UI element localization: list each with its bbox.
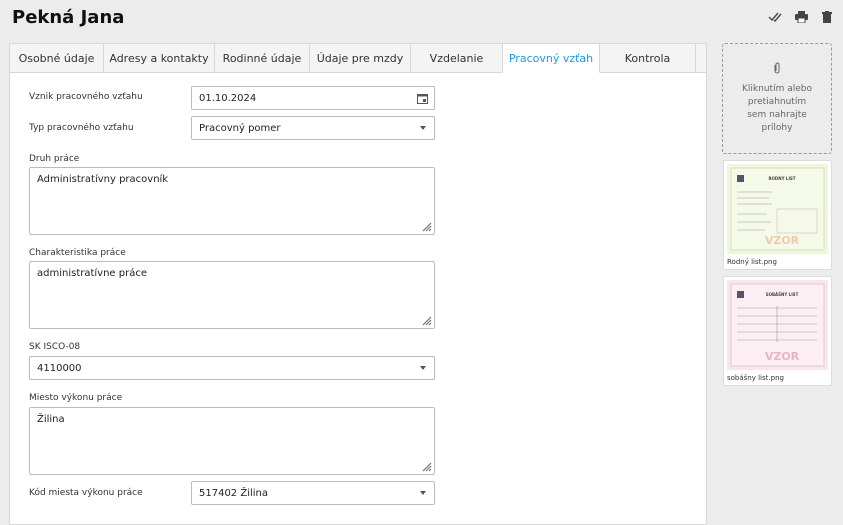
resize-handle-icon[interactable] <box>420 220 432 232</box>
employee-panel: Osobné údaje Adresy a kontakty Rodinné ú… <box>9 43 707 525</box>
characteristics-value: administratívne práce <box>37 268 148 279</box>
birth-doc-title: RODNÝ LIST <box>768 176 795 181</box>
chevron-down-icon <box>420 366 426 370</box>
type-value: Pracovný pomer <box>199 122 281 134</box>
kind-label: Druh práce <box>29 154 80 164</box>
tab-employment[interactable]: Pracovný vzťah <box>503 44 600 73</box>
workplace-code-label: Kód miesta výkonu práce <box>29 488 143 498</box>
marriage-doc-stamp: VZOR <box>765 350 800 363</box>
kind-value: Administratívny pracovník <box>37 174 169 185</box>
characteristics-label: Charakteristika práce <box>29 248 126 258</box>
resize-handle-icon[interactable] <box>420 314 432 326</box>
type-select[interactable]: Pracovný pomer <box>191 116 435 140</box>
tab-education[interactable]: Vzdelanie <box>411 44 503 72</box>
attachment-filename: Rodný list.png <box>727 258 777 266</box>
tab-payroll[interactable]: Údaje pre mzdy <box>310 44 411 72</box>
workplace-code-value: 517402 Žilina <box>199 487 269 499</box>
attachment-thumbnail[interactable]: RODNÝ LIST VZOR Rodný list.png <box>723 160 832 270</box>
start-date-input[interactable]: 01.10.2024 <box>191 86 435 110</box>
print-icon[interactable] <box>793 9 809 25</box>
birth-doc-stamp: VZOR <box>765 234 800 247</box>
trash-icon[interactable] <box>819 9 835 25</box>
marriage-doc-title: SOBÁŠNY LIST <box>766 292 799 297</box>
attachment-thumbnail[interactable]: SOBÁŠNY LIST VZOR sobášny list.png <box>723 276 832 386</box>
toolbar <box>767 9 835 25</box>
workplace-label: Miesto výkonu práce <box>29 393 123 403</box>
resize-handle-icon[interactable] <box>420 460 432 472</box>
workplace-code-select[interactable]: 517402 Žilina <box>191 481 435 505</box>
calendar-icon[interactable] <box>417 93 428 107</box>
tab-addresses[interactable]: Adresy a kontakty <box>104 44 215 72</box>
tab-personal[interactable]: Osobné údaje <box>10 44 104 72</box>
kind-textarea[interactable]: Administratívny pracovník <box>29 167 435 235</box>
tab-bar: Osobné údaje Adresy a kontakty Rodinné ú… <box>10 44 706 73</box>
paperclip-icon <box>773 62 781 79</box>
tab-family[interactable]: Rodinné údaje <box>215 44 310 72</box>
double-check-icon[interactable] <box>767 9 783 25</box>
characteristics-textarea[interactable]: administratívne práce <box>29 261 435 329</box>
isco-label: SK ISCO-08 <box>29 342 81 352</box>
attachment-dropzone[interactable]: Kliknutím alebo pretiahnutím sem nahrajt… <box>722 43 832 154</box>
marriage-certificate-image: SOBÁŠNY LIST VZOR <box>727 280 828 370</box>
workplace-textarea[interactable]: Žilina <box>29 407 435 475</box>
type-label: Typ pracovného vzťahu <box>29 123 134 133</box>
chevron-down-icon <box>420 126 426 130</box>
page-title: Pekná Jana <box>12 7 125 28</box>
workplace-value: Žilina <box>37 414 65 425</box>
chevron-down-icon <box>420 491 426 495</box>
start-date-value: 01.10.2024 <box>199 92 257 104</box>
isco-value: 4110000 <box>37 362 82 374</box>
start-date-label: Vznik pracovného vzťahu <box>29 92 143 102</box>
birth-certificate-image: RODNÝ LIST VZOR <box>727 164 828 254</box>
isco-select[interactable]: 4110000 <box>29 356 435 380</box>
tab-control[interactable]: Kontrola <box>600 44 696 72</box>
attachment-filename: sobášny list.png <box>727 374 784 382</box>
dropzone-text: Kliknutím alebo pretiahnutím sem nahrajt… <box>742 84 812 133</box>
